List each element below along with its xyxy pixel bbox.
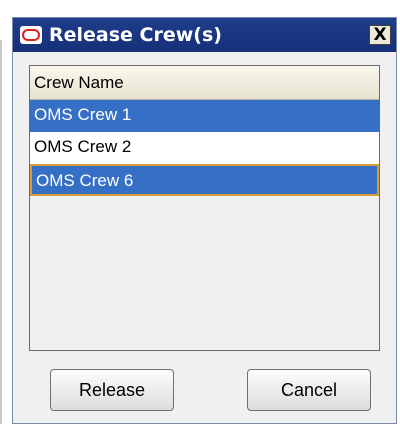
oracle-logo-icon	[20, 26, 42, 44]
title-bar[interactable]: Release Crew(s) X	[13, 18, 396, 52]
list-item[interactable]: OMS Crew 6	[30, 164, 379, 196]
crew-list[interactable]: Crew Name OMS Crew 1 OMS Crew 2 OMS Crew…	[29, 65, 380, 351]
dialog-title: Release Crew(s)	[49, 24, 222, 46]
close-button[interactable]: X	[369, 25, 391, 45]
release-button[interactable]: Release	[50, 369, 174, 411]
list-item[interactable]: OMS Crew 1	[30, 100, 379, 132]
close-icon: X	[373, 25, 387, 45]
cancel-button[interactable]: Cancel	[247, 369, 371, 411]
list-item[interactable]: OMS Crew 2	[30, 132, 379, 164]
column-header-crew-name[interactable]: Crew Name	[30, 66, 379, 100]
release-crews-dialog: Release Crew(s) X Crew Name OMS Crew 1 O…	[12, 17, 397, 424]
background-edge	[0, 40, 2, 424]
